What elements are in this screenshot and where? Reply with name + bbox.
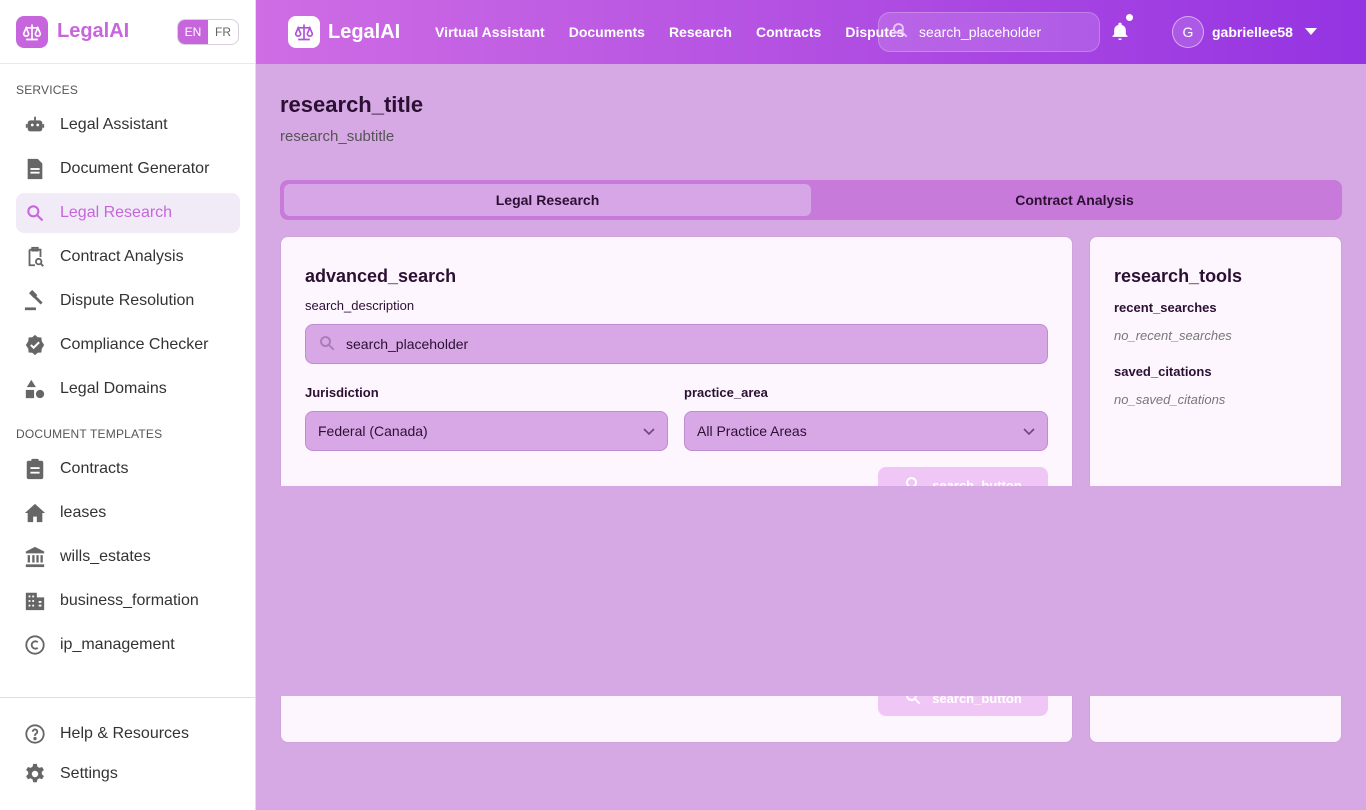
page-subtitle: research_subtitle <box>280 128 395 145</box>
language-switch: EN FR <box>177 18 239 45</box>
sidebar-item-dispute-resolution[interactable]: Dispute Resolution <box>16 281 240 321</box>
scales-logo-icon <box>288 16 320 48</box>
contract-search-icon <box>24 246 46 268</box>
sidebar: LegalAI EN FR SERVICES Legal Assistant D… <box>0 0 256 810</box>
sidebar-item-compliance-checker[interactable]: Compliance Checker <box>16 325 240 365</box>
practice-area-value: All Practice Areas <box>697 423 807 439</box>
sidebar-item-label: Contracts <box>60 460 129 477</box>
recent-searches-heading: recent_searches <box>1114 300 1217 315</box>
gear-icon <box>24 763 46 785</box>
gavel-icon <box>24 290 46 312</box>
jurisdiction-label: Jurisdiction <box>305 385 379 400</box>
document-icon <box>24 158 46 180</box>
practice-area-label: practice_area <box>684 385 768 400</box>
chevron-down-icon <box>1023 423 1035 439</box>
tab-contract-analysis[interactable]: Contract Analysis <box>811 184 1338 216</box>
bell-icon <box>1110 22 1130 46</box>
global-search-input[interactable]: search_placeholder <box>878 12 1100 52</box>
username: gabriellee58 <box>1212 24 1293 40</box>
sidebar-item-label: Legal Research <box>60 204 173 221</box>
topbar-brand[interactable]: LegalAI <box>288 16 400 48</box>
scales-logo-icon[interactable] <box>16 15 48 48</box>
research-tools-heading: research_tools <box>1114 266 1243 286</box>
sidebar-item-legal-domains[interactable]: Legal Domains <box>16 369 240 409</box>
sidebar-item-contracts[interactable]: Contracts <box>16 449 240 489</box>
research-search-placeholder: search_placeholder <box>346 336 469 352</box>
robot-icon <box>24 114 46 136</box>
user-menu[interactable]: G gabriellee58 <box>1172 16 1317 48</box>
global-search-placeholder: search_placeholder <box>919 24 1042 40</box>
home-icon <box>24 502 46 524</box>
building-icon <box>24 590 46 612</box>
nav-link-virtual-assistant[interactable]: Virtual Assistant <box>435 24 545 40</box>
notification-dot <box>1126 14 1133 21</box>
notification-button[interactable] <box>1110 14 1133 47</box>
research-tabs: Legal Research Contract Analysis <box>280 180 1342 220</box>
tab-legal-research[interactable]: Legal Research <box>284 184 811 216</box>
caret-down-icon <box>1304 23 1317 41</box>
sidebar-item-leases[interactable]: leases <box>16 493 240 533</box>
copyright-icon <box>24 634 46 656</box>
sidebar-item-document-generator[interactable]: Document Generator <box>16 149 240 189</box>
nav-link-contracts[interactable]: Contracts <box>756 24 821 40</box>
clipboard-icon <box>24 458 46 480</box>
sidebar-brand-name[interactable]: LegalAI <box>57 20 129 43</box>
nav-link-documents[interactable]: Documents <box>569 24 645 40</box>
templates-heading: DOCUMENT TEMPLATES <box>16 427 163 441</box>
bank-icon <box>24 546 46 568</box>
sidebar-item-label: Contract Analysis <box>60 248 184 265</box>
search-icon <box>24 202 46 224</box>
search-icon <box>318 334 336 355</box>
sidebar-item-label: wills_estates <box>60 548 151 565</box>
services-heading: SERVICES <box>16 83 79 97</box>
lang-en-button[interactable]: EN <box>178 19 208 44</box>
sidebar-item-ip-management[interactable]: ip_management <box>16 625 240 665</box>
loading-overlay <box>256 486 1366 696</box>
saved-citations-heading: saved_citations <box>1114 364 1212 379</box>
top-nav: Virtual Assistant Documents Research Con… <box>435 0 904 64</box>
sidebar-item-wills-estates[interactable]: wills_estates <box>16 537 240 577</box>
sidebar-item-label: Legal Assistant <box>60 116 168 133</box>
top-bar: LegalAI Virtual Assistant Documents Rese… <box>256 0 1366 64</box>
sidebar-item-label: Document Generator <box>60 160 210 177</box>
sidebar-item-legal-assistant[interactable]: Legal Assistant <box>16 105 240 145</box>
page-title: research_title <box>280 92 424 117</box>
jurisdiction-value: Federal (Canada) <box>318 423 428 439</box>
advanced-search-heading: advanced_search <box>305 266 457 286</box>
practice-area-select[interactable]: All Practice Areas <box>684 411 1048 451</box>
sidebar-item-label: Settings <box>60 765 118 782</box>
search-icon <box>891 21 909 44</box>
sidebar-item-label: leases <box>60 504 107 521</box>
shapes-icon <box>24 378 46 400</box>
sidebar-item-business-formation[interactable]: business_formation <box>16 581 240 621</box>
sidebar-item-label: Dispute Resolution <box>60 292 195 309</box>
sidebar-item-help[interactable]: Help & Resources <box>16 714 240 754</box>
research-search-input[interactable]: search_placeholder <box>305 324 1048 364</box>
saved-citations-empty: no_saved_citations <box>1114 392 1226 407</box>
topbar-brand-name: LegalAI <box>328 20 401 43</box>
search-description: search_description <box>305 298 415 313</box>
recent-searches-empty: no_recent_searches <box>1114 328 1232 343</box>
sidebar-item-label: business_formation <box>60 592 199 609</box>
jurisdiction-select[interactable]: Federal (Canada) <box>305 411 668 451</box>
sidebar-item-settings[interactable]: Settings <box>16 754 240 794</box>
sidebar-item-contract-analysis[interactable]: Contract Analysis <box>16 237 240 277</box>
chevron-down-icon <box>643 423 655 439</box>
help-circle-icon <box>24 723 46 745</box>
sidebar-item-label: Legal Domains <box>60 380 167 397</box>
avatar: G <box>1172 16 1204 48</box>
sidebar-item-label: ip_management <box>60 636 175 653</box>
sidebar-item-legal-research[interactable]: Legal Research <box>16 193 240 233</box>
nav-link-research[interactable]: Research <box>669 24 732 40</box>
lang-fr-button[interactable]: FR <box>208 20 238 44</box>
badge-check-icon <box>24 334 46 356</box>
sidebar-item-label: Compliance Checker <box>60 336 209 353</box>
sidebar-brand: LegalAI EN FR <box>0 0 255 64</box>
sidebar-item-label: Help & Resources <box>60 725 189 742</box>
